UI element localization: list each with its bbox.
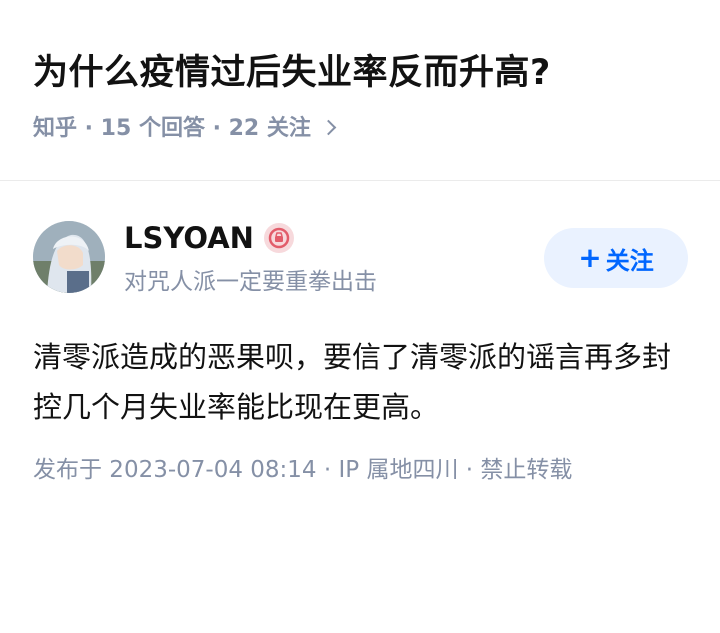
author-bio: 对咒人派一定要重拳出击 [124, 269, 377, 295]
follow-button[interactable]: + 关注 [544, 228, 688, 288]
author-name[interactable]: LSYOAN [124, 221, 294, 255]
question-meta[interactable]: 知乎 · 15 个回答 · 22 关注 [33, 110, 337, 142]
author-name-text: LSYOAN [124, 221, 254, 255]
plus-icon: + [578, 241, 602, 274]
answer-meta: 发布于 2023-07-04 08:14 · IP 属地四川 · 禁止转载 [33, 457, 573, 483]
question-meta-text: 知乎 · 15 个回答 · 22 关注 [33, 116, 311, 141]
question-title[interactable]: 为什么疫情过后失业率反而升高? [33, 44, 551, 95]
chevron-right-icon [320, 119, 337, 135]
avatar[interactable] [33, 221, 105, 293]
follow-label: 关注 [605, 246, 654, 275]
answer-content: 清零派造成的恶果呗，要信了清零派的谣言再多封控几个月失业率能比现在更高。 [33, 340, 672, 424]
avatar-image [33, 221, 105, 293]
verified-badge-icon [263, 223, 294, 253]
section-divider [0, 180, 720, 181]
